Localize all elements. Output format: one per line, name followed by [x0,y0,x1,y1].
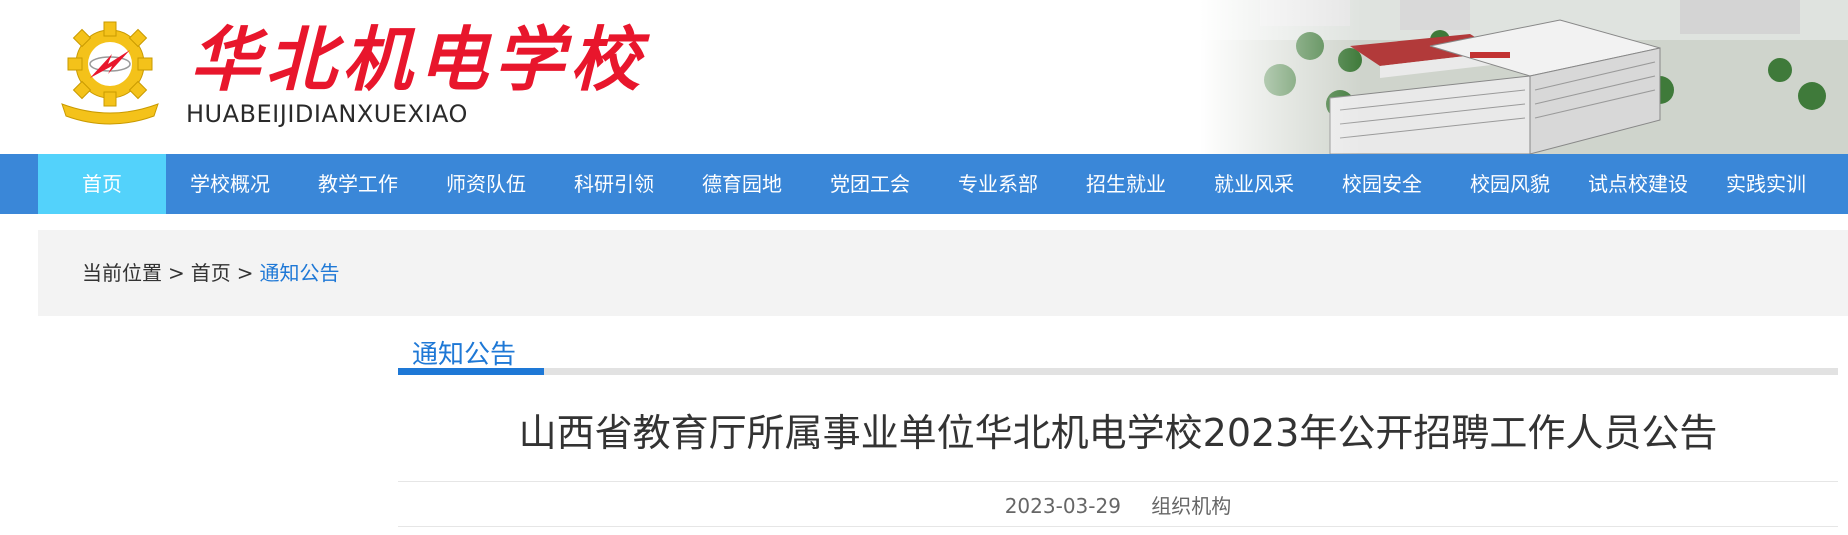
nav-item-moral-education[interactable]: 德育园地 [678,154,806,214]
site-header: 华北机电学校 HUABEIJIDIANXUEXIAO [0,0,1848,154]
section-tab-bar: 通知公告 [398,330,1848,376]
nav-item-admissions[interactable]: 招生就业 [1062,154,1190,214]
breadcrumb-separator: > [236,261,254,285]
nav-item-practical-training[interactable]: 实践实训 [1702,154,1830,214]
nav-item-employment-showcase[interactable]: 就业风采 [1190,154,1318,214]
tab-divider [398,368,1838,375]
divider [398,526,1838,527]
nav-item-campus-scenery[interactable]: 校园风貌 [1446,154,1574,214]
breadcrumb-bar: 当前位置 > 首页 > 通知公告 [38,230,1848,316]
breadcrumb-current-link[interactable]: 通知公告 [260,261,340,285]
campus-aerial-image [1200,0,1848,154]
nav-item-departments[interactable]: 专业系部 [934,154,1062,214]
nav-item-school-overview[interactable]: 学校概况 [166,154,294,214]
nav-item-party-union[interactable]: 党团工会 [806,154,934,214]
nav-item-research[interactable]: 科研引领 [550,154,678,214]
divider [398,481,1838,482]
breadcrumb-prefix: 当前位置 [82,261,162,285]
nav-item-faculty[interactable]: 师资队伍 [422,154,550,214]
school-name-cn[interactable]: 华北机电学校 [190,20,646,100]
gear-lightning-emblem-icon[interactable] [54,18,166,130]
tab-active-indicator [398,368,544,375]
article-title: 山西省教育厅所属事业单位华北机电学校2023年公开招聘工作人员公告 [518,411,1718,455]
school-name-en: HUABEIJIDIANXUEXIAO [186,100,468,128]
nav-item-pilot-school[interactable]: 试点校建设 [1574,154,1702,214]
article-date: 2023-03-29 [1004,494,1121,518]
article-meta: 2023-03-29 组织机构 [398,490,1838,519]
breadcrumb-home-link[interactable]: 首页 [191,261,231,285]
breadcrumb-separator: > [168,261,185,285]
main-nav: 首页 学校概况 教学工作 师资队伍 科研引领 德育园地 党团工会 专业系部 招生… [0,154,1848,214]
nav-item-home[interactable]: 首页 [38,154,166,214]
nav-item-campus-safety[interactable]: 校园安全 [1318,154,1446,214]
section-tab-notices[interactable]: 通知公告 [412,334,516,371]
breadcrumb: 当前位置 > 首页 > 通知公告 [82,230,340,316]
nav-item-teaching[interactable]: 教学工作 [294,154,422,214]
nav-list: 首页 学校概况 教学工作 师资队伍 科研引领 德育园地 党团工会 专业系部 招生… [38,154,1830,214]
article-author: 组织机构 [1151,494,1232,518]
